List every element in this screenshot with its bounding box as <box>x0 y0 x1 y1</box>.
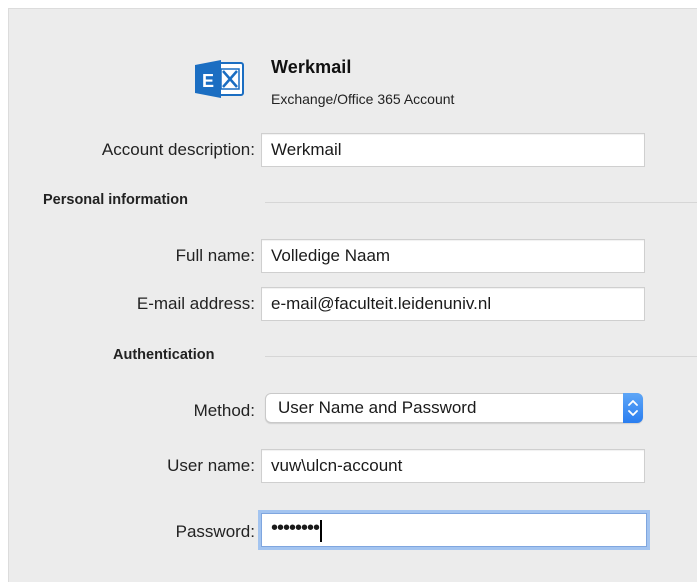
method-select-value: User Name and Password <box>278 398 477 417</box>
personal-information-heading: Personal information <box>43 192 189 208</box>
email-address-field[interactable]: e-mail@faculteit.leidenuniv.nl <box>261 287 645 321</box>
password-masked-value: •••••••• <box>271 517 320 539</box>
account-description-field[interactable]: Werkmail <box>261 133 645 167</box>
account-settings-panel: E Werkmail Exchange/Office 365 Account A… <box>8 8 697 582</box>
text-caret <box>320 519 323 542</box>
section-divider <box>265 202 697 203</box>
chevron-up-down-icon[interactable] <box>623 393 643 423</box>
account-name-title: Werkmail <box>271 57 352 77</box>
password-field[interactable]: •••••••• <box>261 513 647 547</box>
method-select[interactable]: User Name and Password <box>265 393 643 423</box>
account-type-subtitle: Exchange/Office 365 Account <box>271 91 455 107</box>
section-divider <box>265 356 697 357</box>
user-name-label: User name: <box>167 456 255 475</box>
user-name-field[interactable]: vuw\ulcn-account <box>261 449 645 483</box>
full-name-field[interactable]: Volledige Naam <box>261 239 645 273</box>
account-description-label: Account description: <box>101 140 255 159</box>
authentication-heading: Authentication <box>113 347 215 363</box>
method-label: Method: <box>193 401 255 420</box>
password-label: Password: <box>175 522 255 541</box>
svg-text:E: E <box>202 71 214 91</box>
full-name-label: Full name: <box>175 246 255 265</box>
exchange-icon: E <box>195 60 244 98</box>
email-address-label: E-mail address: <box>136 294 255 313</box>
